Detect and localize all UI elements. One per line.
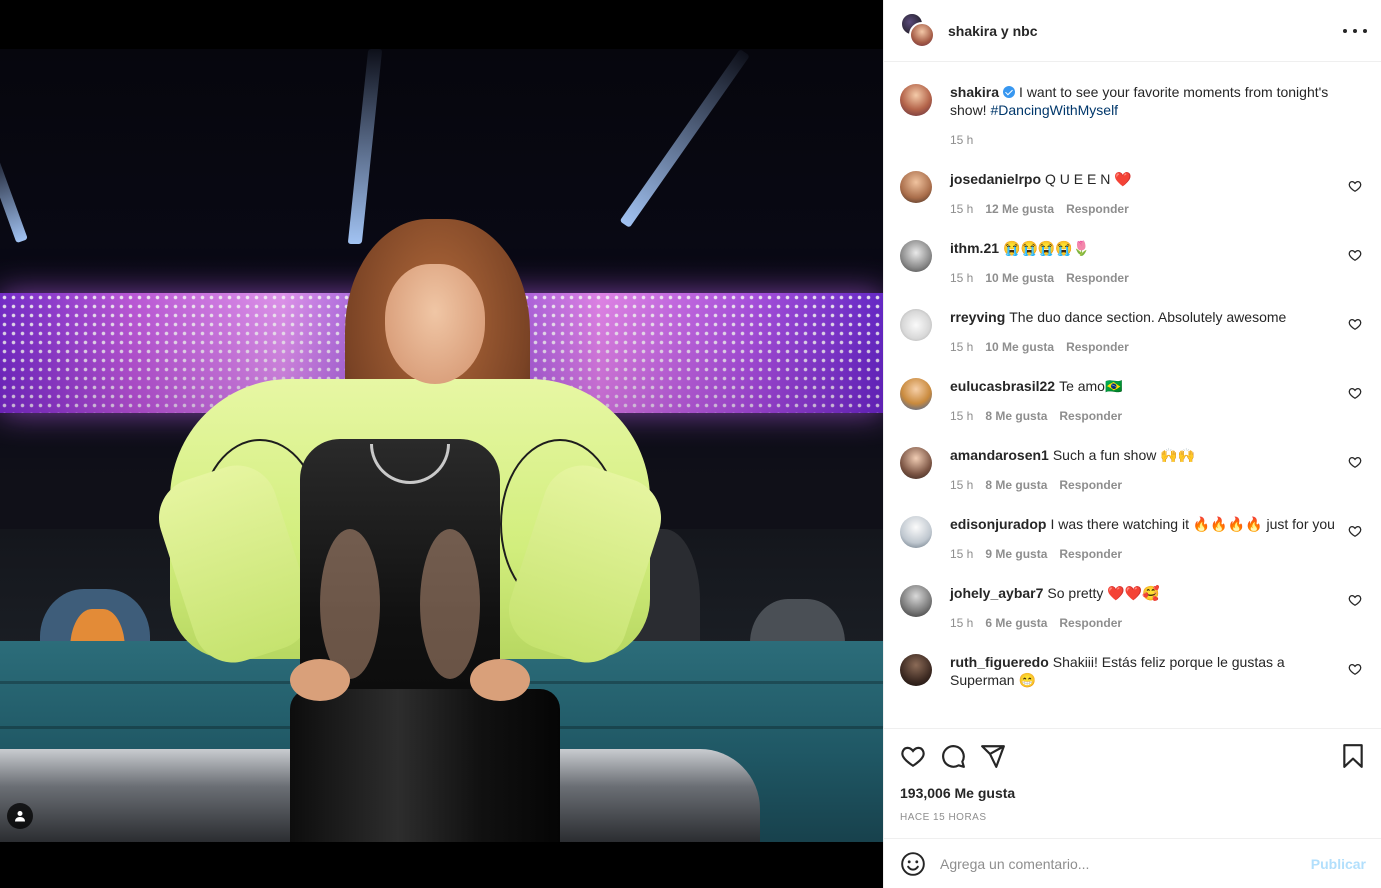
face bbox=[385, 264, 485, 384]
bookmark-icon[interactable] bbox=[1340, 743, 1366, 769]
comment-text: I was there watching it 🔥🔥🔥🔥 just for yo… bbox=[1050, 516, 1335, 532]
avatar[interactable] bbox=[900, 447, 932, 479]
publish-button[interactable]: Publicar bbox=[1311, 856, 1366, 872]
comment-row: eulucasbrasil22 Te amo🇧🇷 15 h 8 Me gusta … bbox=[900, 372, 1366, 423]
stage-light-beam bbox=[347, 49, 383, 244]
avatar[interactable] bbox=[900, 654, 932, 686]
more-horizontal-icon[interactable] bbox=[1343, 22, 1367, 40]
reply-button[interactable]: Responder bbox=[1059, 478, 1122, 492]
caption: shakira I want to see your favorite momen… bbox=[900, 78, 1366, 147]
reply-button[interactable]: Responder bbox=[1059, 616, 1122, 630]
comment-text: Te amo🇧🇷 bbox=[1059, 378, 1123, 394]
comment-username[interactable]: ruth_figueredo bbox=[950, 654, 1049, 670]
avatar[interactable] bbox=[900, 309, 932, 341]
comment-time: 15 h bbox=[950, 547, 974, 561]
verified-badge-icon bbox=[1003, 86, 1016, 98]
comment-text: The duo dance section. Absolutely awesom… bbox=[1009, 309, 1287, 325]
post-media[interactable] bbox=[0, 0, 883, 888]
comment-username[interactable]: eulucasbrasil22 bbox=[950, 378, 1055, 394]
share-icon[interactable] bbox=[980, 743, 1006, 769]
comment-time: 15 h bbox=[950, 202, 974, 216]
comment-time: 15 h bbox=[950, 478, 974, 492]
comments-list[interactable]: shakira I want to see your favorite momen… bbox=[884, 62, 1381, 728]
post-actions: 193,006 Me gusta HACE 15 HORAS bbox=[884, 728, 1381, 838]
likes-count[interactable]: 193,006 Me gusta bbox=[900, 785, 1015, 801]
avatar[interactable] bbox=[900, 84, 932, 116]
avatar[interactable] bbox=[900, 585, 932, 617]
reply-button[interactable]: Responder bbox=[1066, 271, 1129, 285]
avatar[interactable] bbox=[900, 240, 932, 272]
comment-username[interactable]: josedanielrpo bbox=[950, 171, 1041, 187]
comment-username[interactable]: johely_aybar7 bbox=[950, 585, 1043, 601]
avatar[interactable] bbox=[900, 171, 932, 203]
reply-button[interactable]: Responder bbox=[1066, 202, 1129, 216]
comment-row: amandarosen1 Such a fun show 🙌🙌 15 h 8 Me… bbox=[900, 441, 1366, 492]
comment-row: edisonjuradop I was there watching it 🔥🔥🔥… bbox=[900, 510, 1366, 561]
comment-heart-icon[interactable] bbox=[1348, 593, 1362, 607]
comment-username[interactable]: rreyving bbox=[950, 309, 1005, 325]
emoji-icon[interactable] bbox=[900, 851, 926, 877]
tagged-user-icon[interactable] bbox=[7, 803, 33, 829]
comment-text: 😭😭😭😭🌷 bbox=[1003, 240, 1091, 256]
stage-light-beam bbox=[619, 49, 750, 228]
stage-light-beam bbox=[0, 149, 28, 244]
comment-time: 15 h bbox=[950, 616, 974, 630]
comment-icon[interactable] bbox=[940, 743, 966, 769]
comment-text: So pretty ❤️❤️🥰 bbox=[1047, 585, 1160, 601]
caption-time: 15 h bbox=[950, 133, 974, 147]
comment-text: Q U E E N ❤️ bbox=[1045, 171, 1132, 187]
reply-button[interactable]: Responder bbox=[1066, 340, 1129, 354]
comment-row: johely_aybar7 So pretty ❤️❤️🥰 15 h 6 Me g… bbox=[900, 579, 1366, 630]
reply-button[interactable]: Responder bbox=[1059, 547, 1122, 561]
comment-heart-icon[interactable] bbox=[1348, 248, 1362, 262]
comment-time: 15 h bbox=[950, 409, 974, 423]
comment-heart-icon[interactable] bbox=[1348, 662, 1362, 676]
comment-username[interactable]: edisonjuradop bbox=[950, 516, 1046, 532]
comment-likes[interactable]: 10 Me gusta bbox=[985, 271, 1054, 285]
post-account-name[interactable]: shakira y nbc bbox=[948, 23, 1038, 39]
avatar[interactable] bbox=[900, 516, 932, 548]
hashtag-link[interactable]: #DancingWithMyself bbox=[990, 102, 1118, 118]
post-timestamp: HACE 15 HORAS bbox=[900, 812, 987, 823]
comment-heart-icon[interactable] bbox=[1348, 386, 1362, 400]
comment-heart-icon[interactable] bbox=[1348, 317, 1362, 331]
comment-likes[interactable]: 9 Me gusta bbox=[985, 547, 1047, 561]
comment-username[interactable]: ithm.21 bbox=[950, 240, 999, 256]
reply-button[interactable]: Responder bbox=[1059, 409, 1122, 423]
comment-time: 15 h bbox=[950, 271, 974, 285]
comment-input[interactable] bbox=[940, 855, 1311, 872]
comment-row: rreyving The duo dance section. Absolutel… bbox=[900, 303, 1366, 354]
comment-heart-icon[interactable] bbox=[1348, 179, 1362, 193]
comment-text: Such a fun show 🙌🙌 bbox=[1052, 447, 1196, 463]
comment-likes[interactable]: 12 Me gusta bbox=[985, 202, 1054, 216]
post-panel: shakira y nbc shakira I want to see your … bbox=[883, 0, 1381, 888]
avatar[interactable] bbox=[900, 378, 932, 410]
add-comment-bar: Publicar bbox=[884, 838, 1381, 888]
comment-heart-icon[interactable] bbox=[1348, 455, 1362, 469]
comment-row: ruth_figueredo Shakiii! Estás feliz porqu… bbox=[900, 648, 1366, 689]
comment-likes[interactable]: 8 Me gusta bbox=[985, 478, 1047, 492]
comment-time: 15 h bbox=[950, 340, 974, 354]
comment-likes[interactable]: 6 Me gusta bbox=[985, 616, 1047, 630]
caption-username[interactable]: shakira bbox=[950, 84, 999, 100]
comment-likes[interactable]: 8 Me gusta bbox=[985, 409, 1047, 423]
post-header: shakira y nbc bbox=[884, 0, 1381, 62]
collab-avatar[interactable] bbox=[900, 11, 938, 50]
comment-username[interactable]: amandarosen1 bbox=[950, 447, 1049, 463]
comment-heart-icon[interactable] bbox=[1348, 524, 1362, 538]
comment-row: josedanielrpo Q U E E N ❤️ 15 h 12 Me gus… bbox=[900, 165, 1366, 216]
comment-likes[interactable]: 10 Me gusta bbox=[985, 340, 1054, 354]
comment-row: ithm.21 😭😭😭😭🌷 15 h 10 Me gusta Responder bbox=[900, 234, 1366, 285]
heart-icon[interactable] bbox=[900, 743, 926, 769]
post-photo[interactable] bbox=[0, 49, 883, 842]
